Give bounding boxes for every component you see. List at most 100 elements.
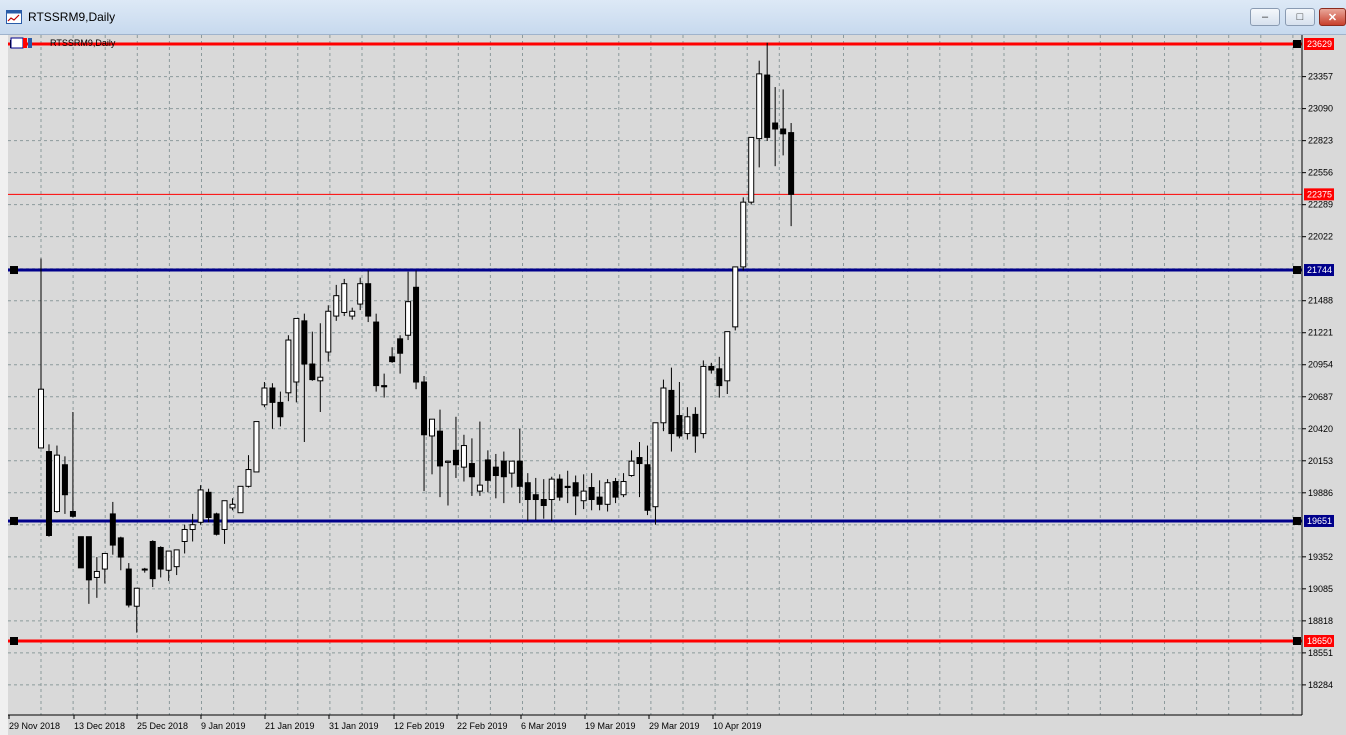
level-handle-left[interactable] <box>10 637 18 645</box>
candle <box>740 197 747 271</box>
price-label: 19886 <box>1308 488 1333 498</box>
candle-body-bear <box>532 494 539 501</box>
level-price-tag-label: 21744 <box>1307 265 1332 275</box>
level-handle-right[interactable] <box>1293 516 1301 525</box>
candle <box>77 536 84 569</box>
candle-body-bull <box>53 454 60 513</box>
candle-body-bull <box>93 570 100 578</box>
candle <box>732 266 739 331</box>
date-label: 19 Mar 2019 <box>585 721 636 731</box>
candle-body-bear <box>109 513 116 546</box>
candle-body-bull <box>444 460 451 463</box>
price-label: 21221 <box>1308 328 1333 338</box>
candle-body-bull <box>101 552 108 570</box>
candle-body-bear <box>205 491 212 518</box>
candle <box>253 421 260 473</box>
candle <box>125 563 132 608</box>
level-handle-right[interactable] <box>1293 40 1301 48</box>
minimize-button[interactable]: ‒ <box>1250 8 1280 26</box>
candle <box>197 485 204 525</box>
candle-body-bull <box>700 365 707 435</box>
candle-body-bear <box>468 463 475 478</box>
candle-body-bull <box>740 201 747 268</box>
candle-body-bear <box>61 464 68 496</box>
price-label: 18284 <box>1308 680 1333 690</box>
candle-body-bear <box>397 338 404 354</box>
candle-body-bull <box>141 568 148 571</box>
candle-body-bear <box>365 283 372 317</box>
candle-body-bull <box>628 460 635 477</box>
title-bar[interactable]: RTSSRM9,Daily ‒ □ ✕ <box>0 0 1346 35</box>
date-label: 31 Jan 2019 <box>329 721 379 731</box>
date-label: 22 Feb 2019 <box>457 721 508 731</box>
candle-body-bull <box>548 478 555 501</box>
price-label: 18818 <box>1308 616 1333 626</box>
candle-body-bear <box>484 459 491 481</box>
candle-body-bear <box>500 460 507 478</box>
candle-body-bear <box>309 363 316 381</box>
candle <box>237 485 244 514</box>
candle-body-bear <box>373 321 380 387</box>
candle-body-bear <box>117 537 124 558</box>
candle-body-bear <box>564 485 571 489</box>
maximize-button[interactable]: □ <box>1285 8 1315 26</box>
candle-body-bear <box>524 482 531 501</box>
candle-body-bear <box>556 478 563 498</box>
window-title: RTSSRM9,Daily <box>28 10 116 24</box>
candle-body-bull <box>237 485 244 514</box>
price-label: 20153 <box>1308 456 1333 466</box>
candle-body-bull <box>476 484 483 492</box>
candle-body-bear <box>708 365 715 371</box>
chart-caption-group: RTSSRM9,Daily <box>10 37 116 49</box>
price-label: 20687 <box>1308 392 1333 402</box>
candle-body-bear <box>516 460 523 487</box>
chart-area[interactable]: 23629 22375 21744 19651 18650 23357 23090 2282… <box>8 35 1346 735</box>
candle <box>213 512 220 536</box>
candle-body-bear <box>540 499 547 507</box>
candle-body-bear <box>676 415 683 437</box>
candlestick-chart[interactable]: 23629 22375 21744 19651 18650 23357 23090 2282… <box>8 35 1346 735</box>
price-label: 23357 <box>1308 72 1333 82</box>
candle-body-bull <box>133 587 140 607</box>
level-handle-right[interactable] <box>1293 266 1301 275</box>
candle-body-bear <box>69 511 76 517</box>
chart-window-icon <box>6 9 22 25</box>
candle-body-bull <box>429 418 436 437</box>
level-handle-right[interactable] <box>1293 637 1301 645</box>
price-label: 20420 <box>1308 424 1333 434</box>
candle-body-bear <box>596 496 603 505</box>
candle-body-bull <box>165 550 172 571</box>
price-label: 22556 <box>1308 168 1333 178</box>
candle-body-bull <box>181 528 188 542</box>
chart-caption: RTSSRM9,Daily <box>50 38 116 48</box>
candle-body-bear <box>492 466 499 477</box>
level-handle-left[interactable] <box>10 266 18 275</box>
candle-body-bull <box>341 283 348 313</box>
close-icon: ✕ <box>1327 11 1338 24</box>
candle-body-bear <box>772 122 779 130</box>
date-label: 10 Apr 2019 <box>713 721 762 731</box>
candle <box>700 360 707 439</box>
level-handle-left[interactable] <box>10 516 18 525</box>
price-label: 22022 <box>1308 232 1333 242</box>
candle-body-bear <box>668 389 675 435</box>
candle-body-bear <box>301 320 308 365</box>
candle-body-bear <box>612 481 619 498</box>
date-label: 13 Dec 2018 <box>74 721 125 731</box>
candle <box>373 313 380 392</box>
candle-body-bull <box>189 524 196 530</box>
price-label: 22823 <box>1308 136 1333 146</box>
candle-body-bull <box>357 283 364 305</box>
date-label: 21 Jan 2019 <box>265 721 315 731</box>
level-price-tag-label: 23629 <box>1307 39 1332 49</box>
candle-body-bull <box>221 500 228 530</box>
price-label: 22289 <box>1308 200 1333 210</box>
candle-body-bear <box>413 286 420 383</box>
terminal-window: RTSSRM9,Daily ‒ □ ✕ 23629 22375 21744 19651… <box>0 0 1346 735</box>
close-button[interactable]: ✕ <box>1319 8 1346 26</box>
candle-body-bear <box>437 430 443 467</box>
candle-body-bull <box>604 482 611 505</box>
candle-body-bear <box>788 132 795 195</box>
price-label: 19352 <box>1308 552 1333 562</box>
candle-body-bear <box>636 457 643 465</box>
